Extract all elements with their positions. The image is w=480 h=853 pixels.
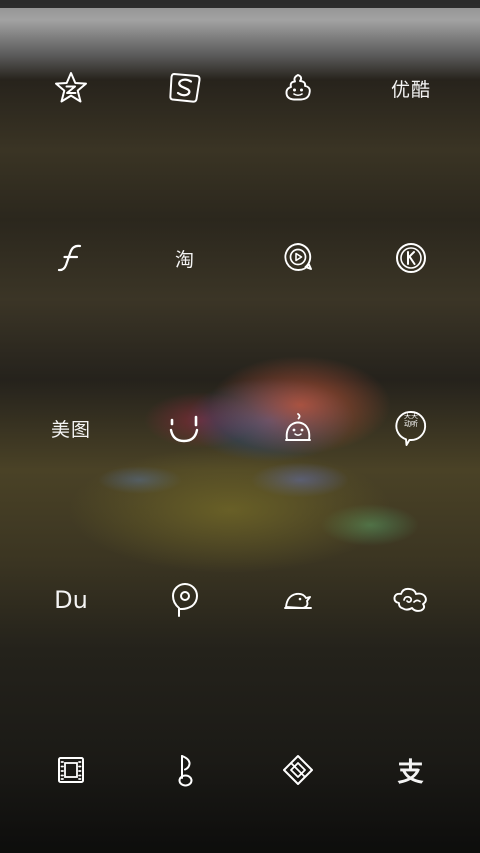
baby-head-icon <box>285 413 311 441</box>
du-label: Du <box>54 586 88 614</box>
app-video-play[interactable] <box>262 228 334 288</box>
app-film[interactable] <box>35 740 107 800</box>
star-z-icon <box>55 72 87 103</box>
app-taobao[interactable]: 淘 <box>149 228 221 288</box>
app-baby[interactable] <box>262 398 334 458</box>
alipay-label: 支 <box>397 757 425 788</box>
app-music[interactable] <box>149 740 221 800</box>
poop-icon <box>285 74 311 101</box>
flash-f-icon <box>57 244 82 272</box>
k-circle-icon <box>396 243 426 273</box>
app-alipay[interactable]: 支 <box>375 740 447 800</box>
app-kugou[interactable] <box>375 228 447 288</box>
app-bird[interactable] <box>262 570 334 630</box>
youku-label: 优酷 <box>390 78 431 101</box>
app-smile[interactable] <box>149 398 221 458</box>
smile-icon <box>169 415 199 443</box>
app-flash[interactable] <box>35 228 107 288</box>
app-grid: 优酷 淘 美图 天天 动听 Du 支 <box>0 0 480 853</box>
taobao-label: 淘 <box>174 248 195 271</box>
app-diamond[interactable] <box>262 740 334 800</box>
play-bubble-icon <box>284 243 312 271</box>
home-screen: 优酷 淘 美图 天天 动听 Du 支 <box>0 0 480 853</box>
music-note-icon <box>178 755 193 787</box>
film-strip-icon <box>58 757 84 783</box>
meitu-label: 美图 <box>50 418 91 441</box>
app-poop[interactable] <box>262 58 334 118</box>
app-cloud[interactable] <box>375 570 447 630</box>
app-youku[interactable]: 优酷 <box>375 58 447 118</box>
app-sogou[interactable] <box>149 58 221 118</box>
diamond-icon <box>283 755 313 785</box>
cloud-swirl-icon <box>393 587 427 612</box>
bird-icon <box>284 592 312 609</box>
app-tiantian[interactable]: 天天 动听 <box>375 398 447 458</box>
app-qq-zone[interactable] <box>35 58 107 118</box>
app-du[interactable]: Du <box>35 570 107 630</box>
app-location[interactable] <box>149 570 221 630</box>
app-meitu[interactable]: 美图 <box>35 398 107 458</box>
sogou-s-icon <box>169 73 201 103</box>
tiantian-label: 天天 动听 <box>404 412 418 428</box>
map-pin-icon <box>171 583 198 617</box>
